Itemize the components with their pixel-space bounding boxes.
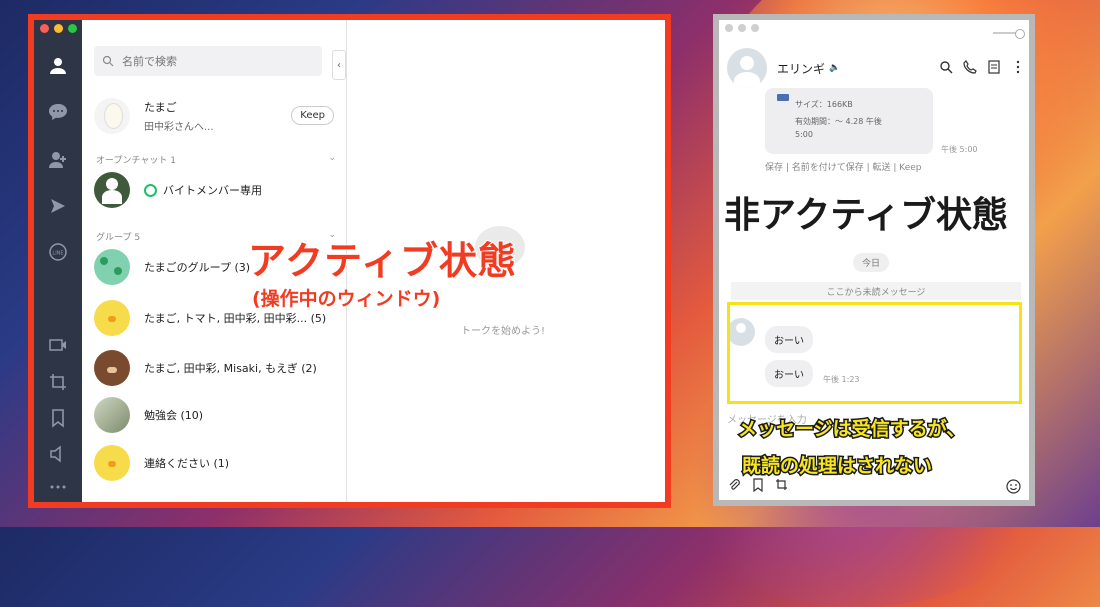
crop-icon[interactable] (46, 370, 70, 394)
unread-divider: ここから未読メッセージ (731, 282, 1021, 300)
chat-header: エリンギ 🔈 (727, 48, 1027, 88)
group-row[interactable]: たまご, 田中彩, Misaki, もえぎ (2) (94, 350, 340, 386)
chat-name: たまごのグループ (3) (144, 261, 251, 274)
speaker-icon[interactable] (46, 442, 70, 466)
video-call-icon[interactable] (46, 333, 70, 357)
collapse-list-button[interactable]: ‹ (332, 50, 346, 80)
group-row[interactable]: 連絡ください (1) (94, 445, 340, 481)
attach-icon[interactable] (727, 478, 741, 492)
chat-name: たまご (144, 101, 177, 114)
active-state-sublabel: (操作中のウィンドウ) (251, 288, 441, 311)
character-avatar (94, 172, 130, 208)
sidebar-rail: LINE (34, 20, 82, 502)
search-icon (102, 55, 114, 67)
line-voom-icon[interactable]: LINE (46, 240, 70, 264)
chat-name: たまご, 田中彩, Misaki, もえぎ (2) (144, 362, 317, 375)
minimize-button[interactable] (738, 24, 746, 32)
chat-name: バイトメンバー専用 (163, 184, 262, 197)
add-friend-icon[interactable] (46, 148, 70, 172)
chat-name: 勉強会 (10) (144, 409, 204, 422)
search-field[interactable] (94, 46, 322, 76)
search-icon[interactable] (939, 60, 953, 74)
opacity-slider[interactable] (993, 29, 1025, 39)
inactive-state-label: 非アクティブ状態 (722, 194, 1009, 238)
bookmark-icon[interactable] (751, 478, 765, 492)
more-icon[interactable] (1011, 60, 1025, 74)
file-icon (777, 94, 789, 101)
file-message-card[interactable]: サイズ：166KB 有効期間：～ 4.28 午後 5:00 (765, 88, 933, 154)
chevron-down-icon: ⌄ (328, 153, 336, 163)
crop-icon[interactable] (775, 478, 789, 492)
close-button[interactable] (40, 24, 49, 33)
section-title: オープンチャット 1 (96, 156, 176, 166)
message-time: 午後 5:00 (941, 145, 978, 154)
chat-preview: 田中彩さんへ... (144, 122, 214, 133)
more-icon[interactable] (46, 475, 70, 499)
group-avatar (94, 249, 130, 285)
mute-icon: 🔈 (829, 63, 841, 73)
brown-avatar (94, 350, 130, 386)
group-row[interactable]: 勉強会 (10) (94, 397, 340, 433)
zoom-button[interactable] (751, 24, 759, 32)
chat-name: 連絡ください (1) (144, 457, 230, 470)
input-toolbar (727, 478, 1027, 492)
window-controls (40, 24, 77, 33)
notes-icon[interactable] (987, 60, 1001, 74)
minimize-button[interactable] (54, 24, 63, 33)
close-button[interactable] (725, 24, 733, 32)
photo-avatar (94, 397, 130, 433)
caption-line: メッセージは受信するが、 (736, 417, 966, 442)
emoji-icon[interactable] (1006, 479, 1021, 494)
chat-name: たまご, トマト, 田中彩, 田中彩... (5) (144, 312, 327, 325)
friends-icon[interactable] (46, 54, 70, 78)
caption-line: 既読の処理はされない (740, 454, 933, 479)
openchat-section-header[interactable]: オープンチャット 1 ⌄ (96, 153, 336, 166)
pinned-chat-row[interactable]: たまご 田中彩さんへ... Keep (94, 98, 340, 134)
file-actions[interactable]: 保存 | 名前を付けて保存 | 転送 | Keep (765, 160, 922, 173)
contact-avatar[interactable] (727, 48, 767, 88)
window-controls (725, 24, 759, 32)
zoom-button[interactable] (68, 24, 77, 33)
phone-icon[interactable] (963, 60, 977, 74)
empty-chat-text: トークを始めよう! (461, 326, 546, 337)
file-size: サイズ：166KB (795, 100, 853, 109)
file-expiry: 有効期間：～ 4.28 午後 (795, 117, 882, 126)
contact-name: エリンギ (777, 61, 826, 76)
bookmark-icon[interactable] (46, 406, 70, 430)
openchat-icon (144, 183, 157, 197)
openchat-icon[interactable] (46, 194, 70, 218)
file-expiry-time: 5:00 (795, 130, 813, 139)
sally-avatar (94, 300, 130, 336)
date-divider: 今日 (853, 253, 890, 272)
svg-text:LINE: LINE (52, 251, 63, 257)
chats-icon[interactable] (46, 100, 70, 124)
sally-avatar (94, 445, 130, 481)
active-state-label: アクティブ状態 (247, 238, 517, 284)
keep-button[interactable]: Keep (291, 106, 334, 125)
search-input[interactable] (120, 53, 304, 69)
section-title: グループ 5 (96, 233, 141, 243)
egg-avatar (94, 98, 130, 134)
highlight-box (727, 302, 1022, 404)
openchat-row[interactable]: バイトメンバー専用 (94, 172, 340, 208)
